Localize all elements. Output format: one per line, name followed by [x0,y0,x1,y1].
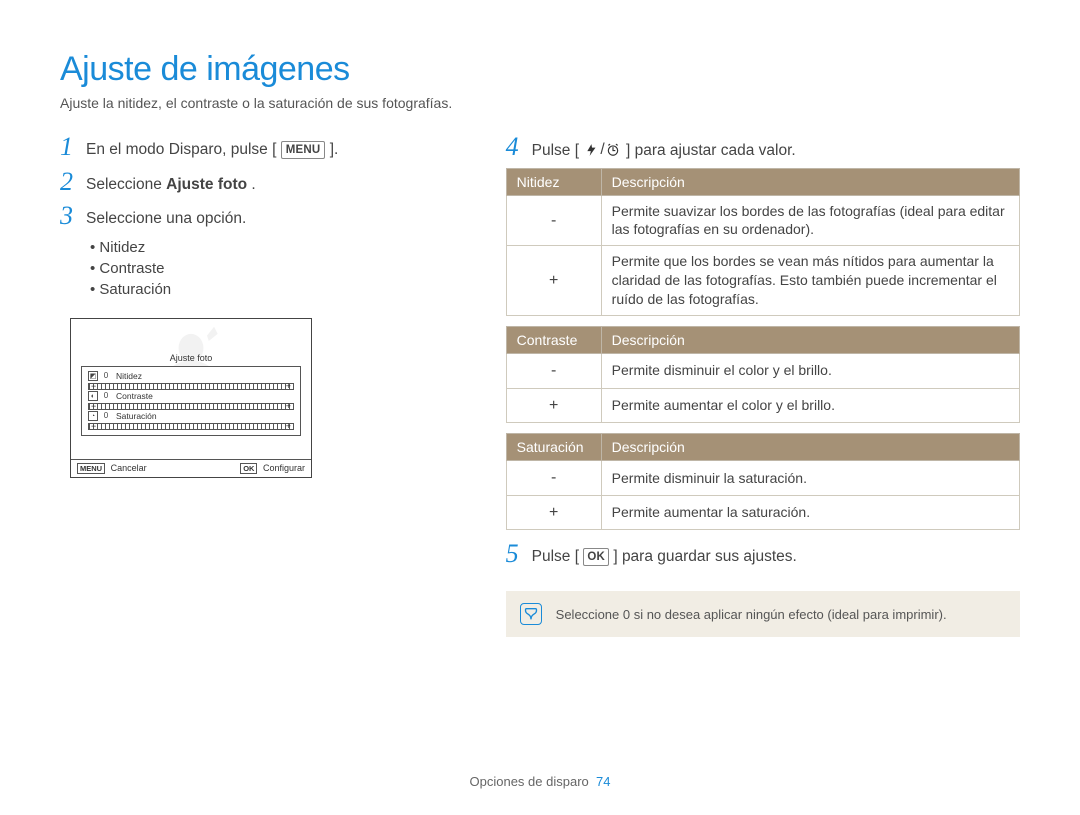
list-item: Contraste [90,258,456,279]
left-column: 1 En el modo Disparo, pulse [ MENU ]. 2 … [60,133,456,637]
table-header: Saturación [506,434,601,461]
slider-row: ◩ 0 Nitidez [88,371,294,390]
step-text-bold: Ajuste foto [166,176,247,193]
camera-screenshot: Ajuste foto ◩ 0 Nitidez ◐ 0 [70,318,312,478]
table-header: Nitidez [506,168,601,195]
desc-cell: Permite aumentar la saturación. [601,495,1019,530]
desc-cell: Permite suavizar los bordes de las fotog… [601,195,1019,246]
table-row: + Permite aumentar el color y el brillo. [506,388,1019,423]
slider-value: 0 [102,371,110,380]
note-box: Seleccione 0 si no desea aplicar ningún … [506,591,1020,637]
ok-key-small: OK [240,463,257,474]
step-number: 4 [506,133,532,162]
sym-cell: + [506,246,601,316]
nitidez-table: Nitidez Descripción - Permite suavizar l… [506,168,1020,316]
desc-cell: Permite aumentar el color y el brillo. [601,388,1019,423]
step-text: . [251,176,255,193]
desc-cell: Permite disminuir el color y el brillo. [601,354,1019,389]
slider-bar [88,403,294,410]
cancel-label: Cancelar [111,463,147,473]
menu-key-small: MENU [77,463,105,474]
step-text: Seleccione una opción. [86,202,246,230]
sym-cell: + [506,388,601,423]
table-header: Descripción [601,327,1019,354]
option-list: Nitidez Contraste Saturación [90,237,456,300]
step-1: 1 En el modo Disparo, pulse [ MENU ]. [60,133,456,162]
note-icon [520,603,542,625]
step-2: 2 Seleccione Ajuste foto . [60,168,456,197]
slider-label: Saturación [116,411,157,421]
footer-page-number: 74 [596,774,610,789]
flash-timer-icon: / [585,139,619,161]
sym-cell: - [506,354,601,389]
table-header: Descripción [601,434,1019,461]
slider-value: 0 [102,391,110,400]
page-footer: Opciones de disparo 74 [0,774,1080,789]
step-text: Pulse [ [532,548,579,565]
sym-cell: + [506,495,601,530]
right-column: 4 Pulse [ / ] para ajustar cada valor. N… [506,133,1020,637]
step-5: 5 Pulse [ OK ] para guardar sus ajustes. [506,540,1020,569]
page-title: Ajuste de imágenes [60,50,1020,89]
desc-cell: Permite disminuir la saturación. [601,461,1019,496]
ok-key: OK [583,548,609,566]
footer-section: Opciones de disparo [470,774,589,789]
step-number: 3 [60,202,86,231]
note-text: Seleccione 0 si no desea aplicar ningún … [556,607,947,622]
step-number: 1 [60,133,86,162]
slider-value: 0 [102,411,110,420]
menu-key: MENU [281,141,326,159]
table-header: Contraste [506,327,601,354]
step-number: 2 [60,168,86,197]
slider-row: ◐ 0 Contraste [88,391,294,410]
table-row: - Permite disminuir el color y el brillo… [506,354,1019,389]
sym-cell: - [506,195,601,246]
step-text: Seleccione [86,176,166,193]
desc-cell: Permite que los bordes se vean más nítid… [601,246,1019,316]
sharpness-icon: ◩ [88,371,98,381]
configure-label: Configurar [263,463,305,473]
step-text: ] para ajustar cada valor. [626,142,796,159]
slider-bar [88,423,294,430]
table-row: + Permite que los bordes se vean más nít… [506,246,1019,316]
table-row: - Permite suavizar los bordes de las fot… [506,195,1019,246]
table-header: Descripción [601,168,1019,195]
step-text: Pulse [ [532,142,579,159]
step-number: 5 [506,540,532,569]
slider-bar [88,383,294,390]
list-item: Nitidez [90,237,456,258]
step-text: En el modo Disparo, pulse [ [86,141,276,158]
step-3: 3 Seleccione una opción. [60,202,456,231]
table-row: - Permite disminuir la saturación. [506,461,1019,496]
saturation-icon: ◔ [88,411,98,421]
contraste-table: Contraste Descripción - Permite disminui… [506,326,1020,423]
cam-footer: MENU Cancelar OK Configurar [71,459,311,477]
contrast-icon: ◐ [88,391,98,401]
sym-cell: - [506,461,601,496]
step-4: 4 Pulse [ / ] para ajustar cada valor. [506,133,1020,162]
cam-sliders: ◩ 0 Nitidez ◐ 0 Contraste [81,366,301,436]
step-text: ] para guardar sus ajustes. [613,548,797,565]
slider-row: ◔ 0 Saturación [88,411,294,430]
table-row: + Permite aumentar la saturación. [506,495,1019,530]
step-text: ]. [330,141,339,158]
saturacion-table: Saturación Descripción - Permite disminu… [506,433,1020,530]
slider-label: Nitidez [116,371,142,381]
list-item: Saturación [90,279,456,300]
slider-label: Contraste [116,391,153,401]
cam-menu-label: Ajuste foto [170,353,213,363]
page-subtitle: Ajuste la nitidez, el contraste o la sat… [60,95,1020,111]
